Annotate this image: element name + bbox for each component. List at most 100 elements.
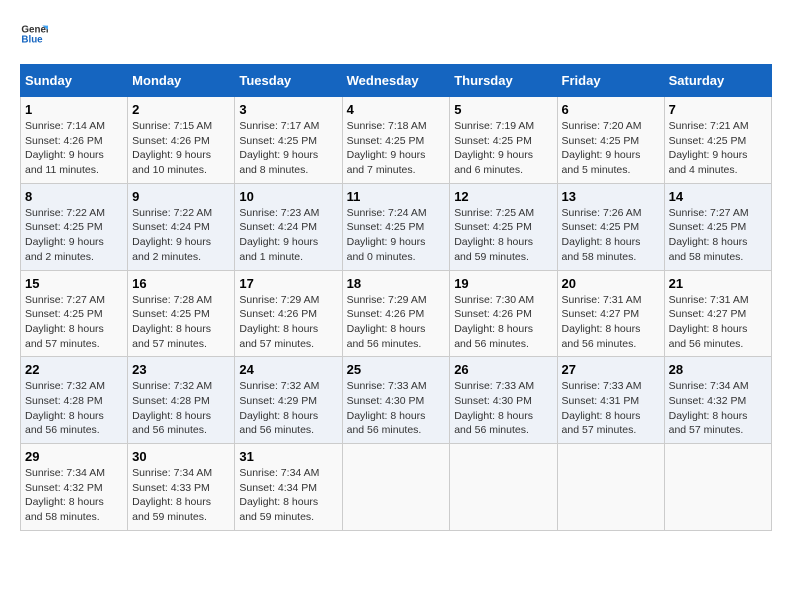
weekday-header-monday: Monday [128,65,235,97]
day-info: Sunrise: 7:29 AM Sunset: 4:26 PM Dayligh… [239,293,337,352]
calendar-cell: 16 Sunrise: 7:28 AM Sunset: 4:25 PM Dayl… [128,270,235,357]
calendar-cell: 8 Sunrise: 7:22 AM Sunset: 4:25 PM Dayli… [21,183,128,270]
day-info: Sunrise: 7:28 AM Sunset: 4:25 PM Dayligh… [132,293,230,352]
day-number: 19 [454,276,552,291]
day-info: Sunrise: 7:34 AM Sunset: 4:34 PM Dayligh… [239,466,337,525]
day-number: 10 [239,189,337,204]
day-info: Sunrise: 7:15 AM Sunset: 4:26 PM Dayligh… [132,119,230,178]
day-info: Sunrise: 7:34 AM Sunset: 4:32 PM Dayligh… [669,379,767,438]
calendar-cell: 19 Sunrise: 7:30 AM Sunset: 4:26 PM Dayl… [450,270,557,357]
calendar-cell: 5 Sunrise: 7:19 AM Sunset: 4:25 PM Dayli… [450,97,557,184]
calendar-cell [557,444,664,531]
day-info: Sunrise: 7:34 AM Sunset: 4:33 PM Dayligh… [132,466,230,525]
weekday-header-friday: Friday [557,65,664,97]
day-info: Sunrise: 7:34 AM Sunset: 4:32 PM Dayligh… [25,466,123,525]
day-info: Sunrise: 7:32 AM Sunset: 4:28 PM Dayligh… [25,379,123,438]
day-info: Sunrise: 7:22 AM Sunset: 4:24 PM Dayligh… [132,206,230,265]
weekday-header-tuesday: Tuesday [235,65,342,97]
day-number: 3 [239,102,337,117]
day-info: Sunrise: 7:33 AM Sunset: 4:31 PM Dayligh… [562,379,660,438]
logo: General Blue [20,20,52,48]
day-number: 26 [454,362,552,377]
calendar-cell: 31 Sunrise: 7:34 AM Sunset: 4:34 PM Dayl… [235,444,342,531]
day-info: Sunrise: 7:17 AM Sunset: 4:25 PM Dayligh… [239,119,337,178]
calendar-cell: 12 Sunrise: 7:25 AM Sunset: 4:25 PM Dayl… [450,183,557,270]
day-info: Sunrise: 7:27 AM Sunset: 4:25 PM Dayligh… [25,293,123,352]
day-number: 7 [669,102,767,117]
calendar-cell: 2 Sunrise: 7:15 AM Sunset: 4:26 PM Dayli… [128,97,235,184]
day-number: 22 [25,362,123,377]
calendar-cell: 1 Sunrise: 7:14 AM Sunset: 4:26 PM Dayli… [21,97,128,184]
day-number: 16 [132,276,230,291]
day-number: 23 [132,362,230,377]
calendar-cell: 18 Sunrise: 7:29 AM Sunset: 4:26 PM Dayl… [342,270,450,357]
calendar-cell: 13 Sunrise: 7:26 AM Sunset: 4:25 PM Dayl… [557,183,664,270]
day-number: 27 [562,362,660,377]
day-info: Sunrise: 7:29 AM Sunset: 4:26 PM Dayligh… [347,293,446,352]
calendar-cell: 30 Sunrise: 7:34 AM Sunset: 4:33 PM Dayl… [128,444,235,531]
calendar-cell: 6 Sunrise: 7:20 AM Sunset: 4:25 PM Dayli… [557,97,664,184]
day-number: 31 [239,449,337,464]
calendar-cell: 4 Sunrise: 7:18 AM Sunset: 4:25 PM Dayli… [342,97,450,184]
day-info: Sunrise: 7:18 AM Sunset: 4:25 PM Dayligh… [347,119,446,178]
weekday-header-saturday: Saturday [664,65,771,97]
day-info: Sunrise: 7:31 AM Sunset: 4:27 PM Dayligh… [562,293,660,352]
day-number: 11 [347,189,446,204]
weekday-header-sunday: Sunday [21,65,128,97]
day-info: Sunrise: 7:33 AM Sunset: 4:30 PM Dayligh… [454,379,552,438]
day-number: 25 [347,362,446,377]
calendar-cell: 25 Sunrise: 7:33 AM Sunset: 4:30 PM Dayl… [342,357,450,444]
day-info: Sunrise: 7:22 AM Sunset: 4:25 PM Dayligh… [25,206,123,265]
day-info: Sunrise: 7:33 AM Sunset: 4:30 PM Dayligh… [347,379,446,438]
calendar-cell [664,444,771,531]
day-number: 12 [454,189,552,204]
calendar-cell: 28 Sunrise: 7:34 AM Sunset: 4:32 PM Dayl… [664,357,771,444]
day-number: 5 [454,102,552,117]
day-number: 21 [669,276,767,291]
calendar-cell: 10 Sunrise: 7:23 AM Sunset: 4:24 PM Dayl… [235,183,342,270]
calendar-cell: 14 Sunrise: 7:27 AM Sunset: 4:25 PM Dayl… [664,183,771,270]
calendar-cell: 11 Sunrise: 7:24 AM Sunset: 4:25 PM Dayl… [342,183,450,270]
day-info: Sunrise: 7:30 AM Sunset: 4:26 PM Dayligh… [454,293,552,352]
day-number: 18 [347,276,446,291]
weekday-header-wednesday: Wednesday [342,65,450,97]
day-number: 2 [132,102,230,117]
day-info: Sunrise: 7:31 AM Sunset: 4:27 PM Dayligh… [669,293,767,352]
day-number: 17 [239,276,337,291]
day-number: 30 [132,449,230,464]
day-number: 29 [25,449,123,464]
calendar-cell: 7 Sunrise: 7:21 AM Sunset: 4:25 PM Dayli… [664,97,771,184]
day-number: 8 [25,189,123,204]
calendar-cell: 26 Sunrise: 7:33 AM Sunset: 4:30 PM Dayl… [450,357,557,444]
day-info: Sunrise: 7:26 AM Sunset: 4:25 PM Dayligh… [562,206,660,265]
day-info: Sunrise: 7:19 AM Sunset: 4:25 PM Dayligh… [454,119,552,178]
day-info: Sunrise: 7:32 AM Sunset: 4:28 PM Dayligh… [132,379,230,438]
day-info: Sunrise: 7:20 AM Sunset: 4:25 PM Dayligh… [562,119,660,178]
day-number: 9 [132,189,230,204]
header: General Blue [20,20,772,48]
calendar-cell [450,444,557,531]
weekday-header-thursday: Thursday [450,65,557,97]
day-info: Sunrise: 7:23 AM Sunset: 4:24 PM Dayligh… [239,206,337,265]
day-info: Sunrise: 7:25 AM Sunset: 4:25 PM Dayligh… [454,206,552,265]
calendar-cell: 3 Sunrise: 7:17 AM Sunset: 4:25 PM Dayli… [235,97,342,184]
day-number: 4 [347,102,446,117]
calendar-cell: 29 Sunrise: 7:34 AM Sunset: 4:32 PM Dayl… [21,444,128,531]
day-number: 20 [562,276,660,291]
day-number: 15 [25,276,123,291]
day-number: 24 [239,362,337,377]
day-number: 1 [25,102,123,117]
logo-icon: General Blue [20,20,48,48]
calendar-cell: 9 Sunrise: 7:22 AM Sunset: 4:24 PM Dayli… [128,183,235,270]
calendar-cell: 15 Sunrise: 7:27 AM Sunset: 4:25 PM Dayl… [21,270,128,357]
calendar-cell [342,444,450,531]
day-number: 6 [562,102,660,117]
calendar-cell: 27 Sunrise: 7:33 AM Sunset: 4:31 PM Dayl… [557,357,664,444]
day-info: Sunrise: 7:32 AM Sunset: 4:29 PM Dayligh… [239,379,337,438]
day-info: Sunrise: 7:14 AM Sunset: 4:26 PM Dayligh… [25,119,123,178]
day-info: Sunrise: 7:21 AM Sunset: 4:25 PM Dayligh… [669,119,767,178]
calendar-cell: 17 Sunrise: 7:29 AM Sunset: 4:26 PM Dayl… [235,270,342,357]
calendar-table: SundayMondayTuesdayWednesdayThursdayFrid… [20,64,772,531]
calendar-cell: 24 Sunrise: 7:32 AM Sunset: 4:29 PM Dayl… [235,357,342,444]
day-number: 28 [669,362,767,377]
